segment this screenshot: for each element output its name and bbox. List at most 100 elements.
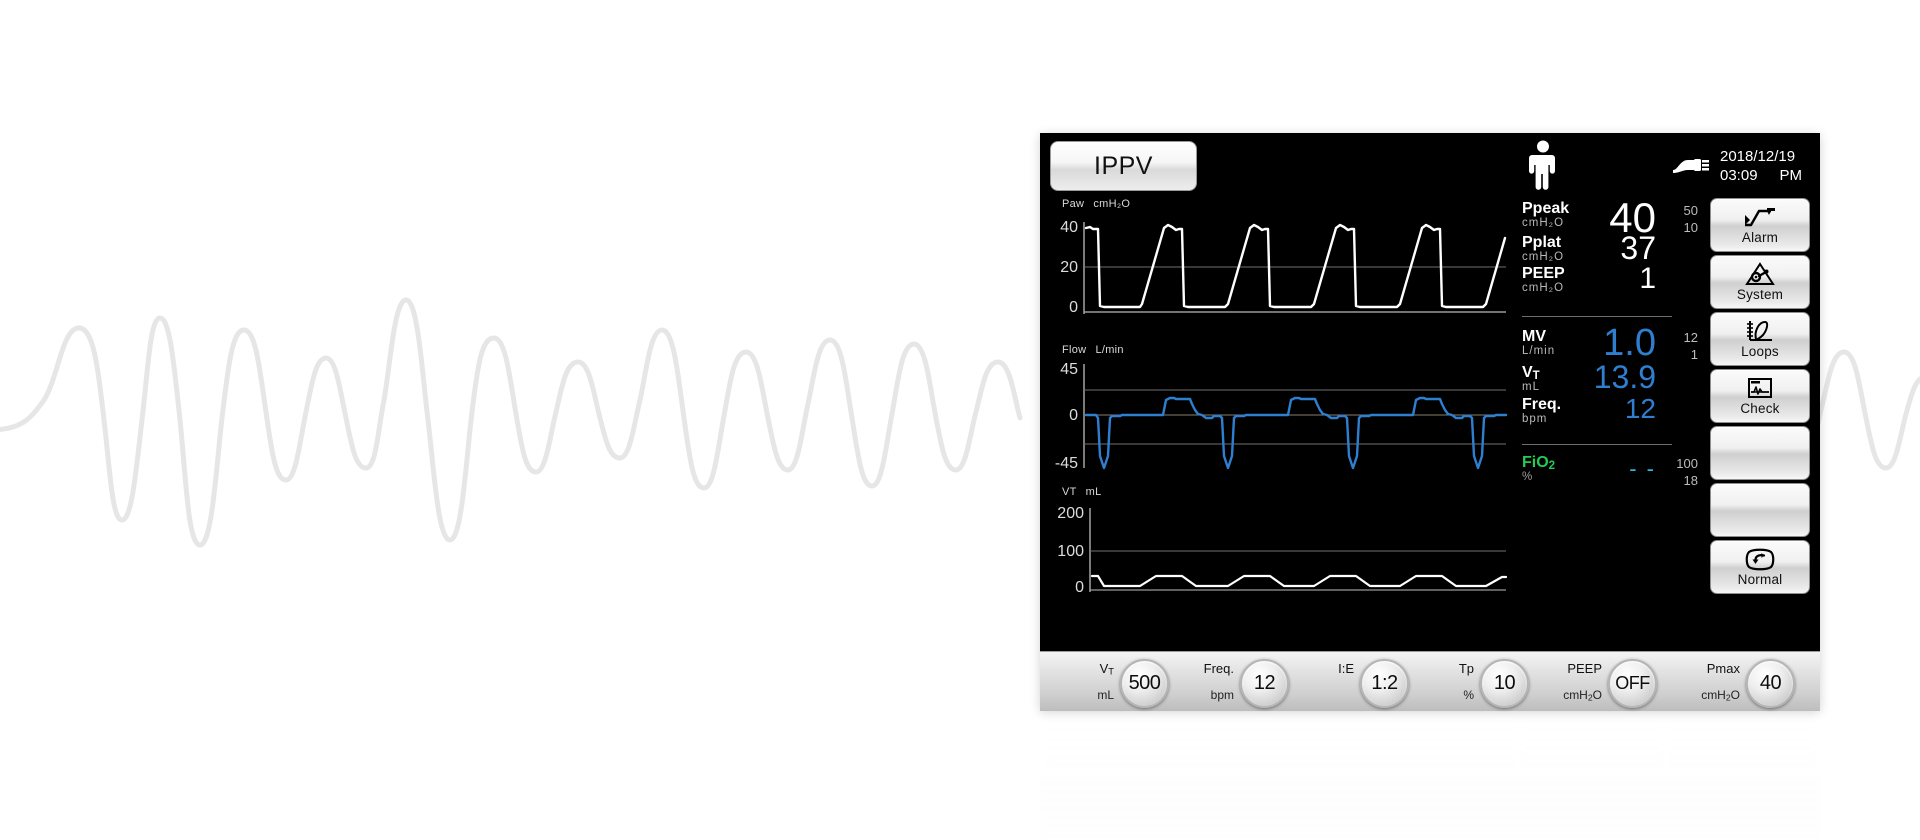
vt-value: 13.9 <box>1593 359 1656 395</box>
numeric-fio2[interactable]: FiO2 % - - 100 18 <box>1514 454 1704 488</box>
numeric-group-volume: MV L/min 1.0 12 1 VT mL 13.9 Freq. bpm 1… <box>1514 324 1704 428</box>
param-vt-value: 500 <box>1128 672 1161 694</box>
mv-limit-high: 12 <box>1683 330 1698 345</box>
normal-button-label: Normal <box>1737 572 1783 587</box>
param-peep-knob[interactable]: OFF <box>1608 659 1657 708</box>
numeric-group-oxygen: FiO2 % - - 100 18 <box>1514 454 1704 488</box>
waveform-flow[interactable]: Flow L/min 45 0 -45 <box>1048 344 1510 484</box>
numeric-group-pressure: Ppeak cmH₂O 40 50 10 Pplat cmH₂O 37 PEEP… <box>1514 197 1704 298</box>
param-pmax-value: 40 <box>1759 672 1782 694</box>
system-button-label: System <box>1736 287 1784 302</box>
param-tp[interactable]: Tp % 10 <box>1422 652 1540 711</box>
flow-tick-neg45: -45 <box>1055 455 1078 472</box>
system-gear-icon <box>1745 262 1775 286</box>
numeric-divider-1 <box>1522 316 1672 317</box>
param-freq-knob[interactable]: 12 <box>1240 659 1289 708</box>
param-peep-value: OFF <box>1615 673 1650 693</box>
param-freq-value: 12 <box>1253 672 1276 694</box>
fio2-limit-high: 100 <box>1676 456 1698 471</box>
param-tp-knob[interactable]: 10 <box>1480 659 1529 708</box>
waveform-vt-name: VT <box>1062 486 1077 498</box>
loops-button-label: Loops <box>1741 344 1779 359</box>
pplat-unit: cmH₂O <box>1522 251 1565 263</box>
param-peep-name: PEEP <box>1567 661 1602 676</box>
mv-unit: L/min <box>1522 345 1556 357</box>
vt-tick-0: 0 <box>1075 579 1084 596</box>
numeric-divider-2 <box>1522 444 1672 445</box>
mv-alarm-limits[interactable]: 12 1 <box>1662 329 1698 363</box>
numeric-pplat[interactable]: Pplat cmH₂O 37 <box>1514 232 1704 265</box>
parameter-settings-bar: VT mL 500 Freq. bpm 12 I:E 1:2 Tp % 10 P… <box>1040 651 1820 711</box>
waveform-paw[interactable]: Paw cmH₂O 40 20 0 <box>1048 198 1510 328</box>
adult-patient-icon <box>1529 140 1555 190</box>
param-ie-knob[interactable]: 1:2 <box>1360 659 1409 708</box>
numeric-vt[interactable]: VT mL 13.9 <box>1514 359 1704 396</box>
fio2-unit: % <box>1522 471 1534 483</box>
check-button[interactable]: Check <box>1710 369 1810 423</box>
vt-label: VT <box>1522 364 1540 383</box>
param-peep[interactable]: PEEP cmH2O OFF <box>1530 652 1672 711</box>
paw-tick-20: 20 <box>1060 259 1078 276</box>
ac-power-plug-icon <box>1673 159 1709 173</box>
datetime-display: 2018/12/19 03:09 PM <box>1720 147 1816 185</box>
fio2-value: - - <box>1629 456 1656 481</box>
param-ie-value: 1:2 <box>1371 672 1398 694</box>
check-button-label: Check <box>1740 401 1780 416</box>
param-freq[interactable]: Freq. bpm 12 <box>1182 652 1300 711</box>
param-vt-name: VT <box>1099 661 1114 677</box>
param-vt-unit: mL <box>1097 688 1114 702</box>
system-button[interactable]: System <box>1710 255 1810 309</box>
ppeak-alarm-limits[interactable]: 50 10 <box>1662 202 1698 236</box>
param-freq-unit: bpm <box>1210 688 1234 702</box>
alarm-limit-icon <box>1743 205 1777 229</box>
numeric-peep-measured[interactable]: PEEP cmH₂O 1 <box>1514 264 1704 298</box>
loops-button[interactable]: Loops <box>1710 312 1810 366</box>
check-waveform-icon <box>1745 376 1775 400</box>
vt-unit: mL <box>1522 381 1540 393</box>
numeric-freq[interactable]: Freq. bpm 12 <box>1514 395 1704 428</box>
vt-tick-100: 100 <box>1057 543 1084 560</box>
ventilation-mode-button[interactable]: IPPV <box>1050 141 1197 191</box>
waveform-vt-title: VT mL <box>1062 486 1102 498</box>
numeric-values-panel: Ppeak cmH₂O 40 50 10 Pplat cmH₂O 37 PEEP… <box>1514 197 1704 650</box>
waveform-area: Paw cmH₂O 40 20 0 Flow L/min 45 0 -45 VT… <box>1048 196 1510 651</box>
paw-tick-0: 0 <box>1069 299 1078 316</box>
normal-return-icon <box>1745 547 1775 571</box>
param-pmax-name: Pmax <box>1706 661 1740 676</box>
alarm-button[interactable]: Alarm <box>1710 198 1810 252</box>
param-vt[interactable]: VT mL 500 <box>1062 652 1180 711</box>
pplat-label: Pplat <box>1522 234 1562 251</box>
waveform-paw-unit: cmH₂O <box>1093 198 1131 210</box>
flow-tick-0: 0 <box>1069 407 1078 424</box>
paw-tick-40: 40 <box>1060 219 1078 236</box>
date-text: 2018/12/19 <box>1720 148 1796 165</box>
freq-unit: bpm <box>1522 413 1548 425</box>
flow-tick-45: 45 <box>1060 361 1078 378</box>
mv-value: 1.0 <box>1603 322 1656 364</box>
ppeak-label: Ppeak <box>1522 200 1570 217</box>
vt-tick-200: 200 <box>1057 505 1084 522</box>
param-pmax[interactable]: Pmax cmH2O 40 <box>1668 652 1810 711</box>
param-pmax-knob[interactable]: 40 <box>1746 659 1795 708</box>
meridiem-text: PM <box>1779 167 1803 184</box>
ventilation-mode-label: IPPV <box>1094 151 1153 180</box>
waveform-flow-title: Flow L/min <box>1062 344 1124 356</box>
freq-label: Freq. <box>1522 396 1562 413</box>
screenshot-canvas: IPPV 2018/12/19 03:09 PM Paw cmH₂O 40 20… <box>0 0 1920 840</box>
fio2-alarm-limits[interactable]: 100 18 <box>1662 455 1698 489</box>
empty-button-2[interactable] <box>1710 483 1810 537</box>
waveform-paw-plot: 40 20 0 <box>1060 219 1507 316</box>
empty-button-1[interactable] <box>1710 426 1810 480</box>
device-reflection <box>1040 712 1820 840</box>
numeric-ppeak[interactable]: Ppeak cmH₂O 40 50 10 <box>1514 197 1704 239</box>
param-vt-knob[interactable]: 500 <box>1120 659 1169 708</box>
param-ie[interactable]: I:E 1:2 <box>1302 652 1420 711</box>
param-tp-unit: % <box>1463 688 1474 702</box>
fio2-label: FiO2 <box>1522 454 1556 473</box>
ppeak-limit-high: 50 <box>1683 203 1698 218</box>
normal-button[interactable]: Normal <box>1710 540 1810 594</box>
waveform-paw-title: Paw cmH₂O <box>1062 198 1130 210</box>
waveform-vt[interactable]: VT mL 200 100 0 <box>1048 486 1510 606</box>
mv-limit-low: 1 <box>1690 347 1698 362</box>
function-button-column: Alarm System Loops Check Normal <box>1710 198 1814 650</box>
